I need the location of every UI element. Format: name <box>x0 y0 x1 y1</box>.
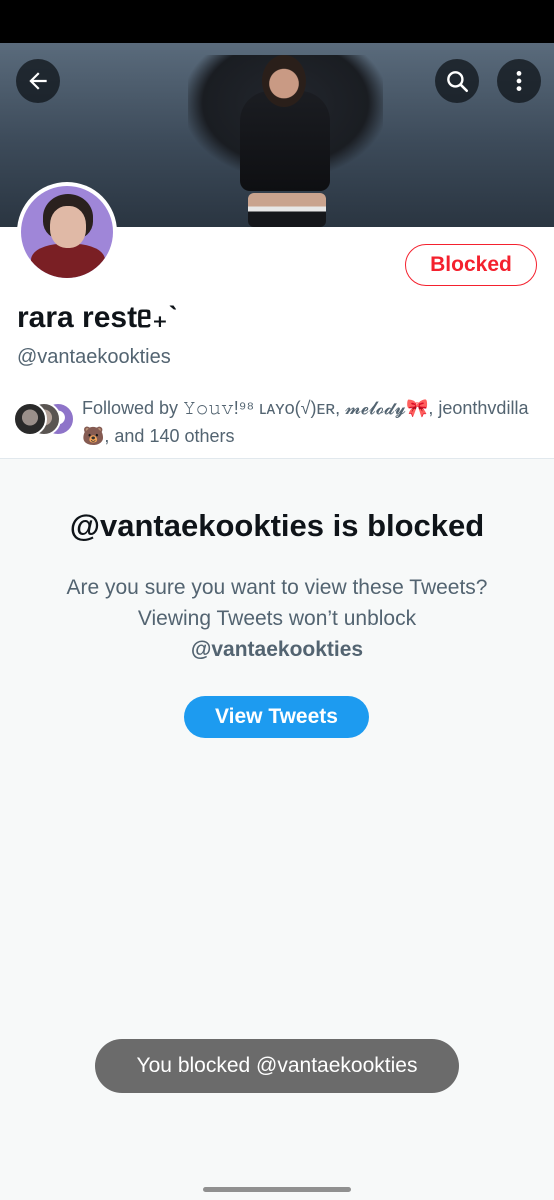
profile-avatar[interactable] <box>17 182 117 282</box>
blocked-button[interactable]: Blocked <box>405 244 537 286</box>
profile-handle: @vantaekookties <box>17 346 171 368</box>
banner-figure-waist <box>248 193 326 227</box>
home-indicator[interactable] <box>203 1187 351 1192</box>
view-tweets-button[interactable]: View Tweets <box>184 696 369 738</box>
blocked-description-handle: @vantaekookties <box>190 638 364 661</box>
search-icon <box>447 71 469 93</box>
avatar-face <box>50 206 86 248</box>
follower-avatar <box>13 402 47 436</box>
display-name: rara restᥱ₊ˋ <box>17 301 178 334</box>
arrow-left-icon <box>29 72 47 90</box>
back-button[interactable] <box>16 59 60 103</box>
search-button[interactable] <box>435 59 479 103</box>
blocked-description: Are you sure you want to view these Twee… <box>50 572 504 665</box>
avatar-coat <box>31 244 105 278</box>
divider <box>0 458 554 459</box>
followed-by-text[interactable]: Followed by 𝚈𝚘𝚞𝚟!⁹⁸ ʟᴀʏᴏ(√)ᴇʀ, 𝓶𝓮𝓵𝓸𝓭𝔂🎀, … <box>82 394 542 450</box>
more-options-button[interactable] <box>497 59 541 103</box>
status-bar <box>0 0 554 43</box>
blocked-description-text: Are you sure you want to view these Twee… <box>66 576 488 630</box>
more-vertical-icon <box>516 71 522 91</box>
toast-message: You blocked @vantaekookties <box>95 1039 459 1093</box>
followers-you-know-avatars[interactable] <box>13 402 77 436</box>
banner-figure-head <box>262 55 306 107</box>
avatar-image <box>21 186 113 278</box>
blocked-title: @vantaekookties is blocked <box>69 508 485 543</box>
